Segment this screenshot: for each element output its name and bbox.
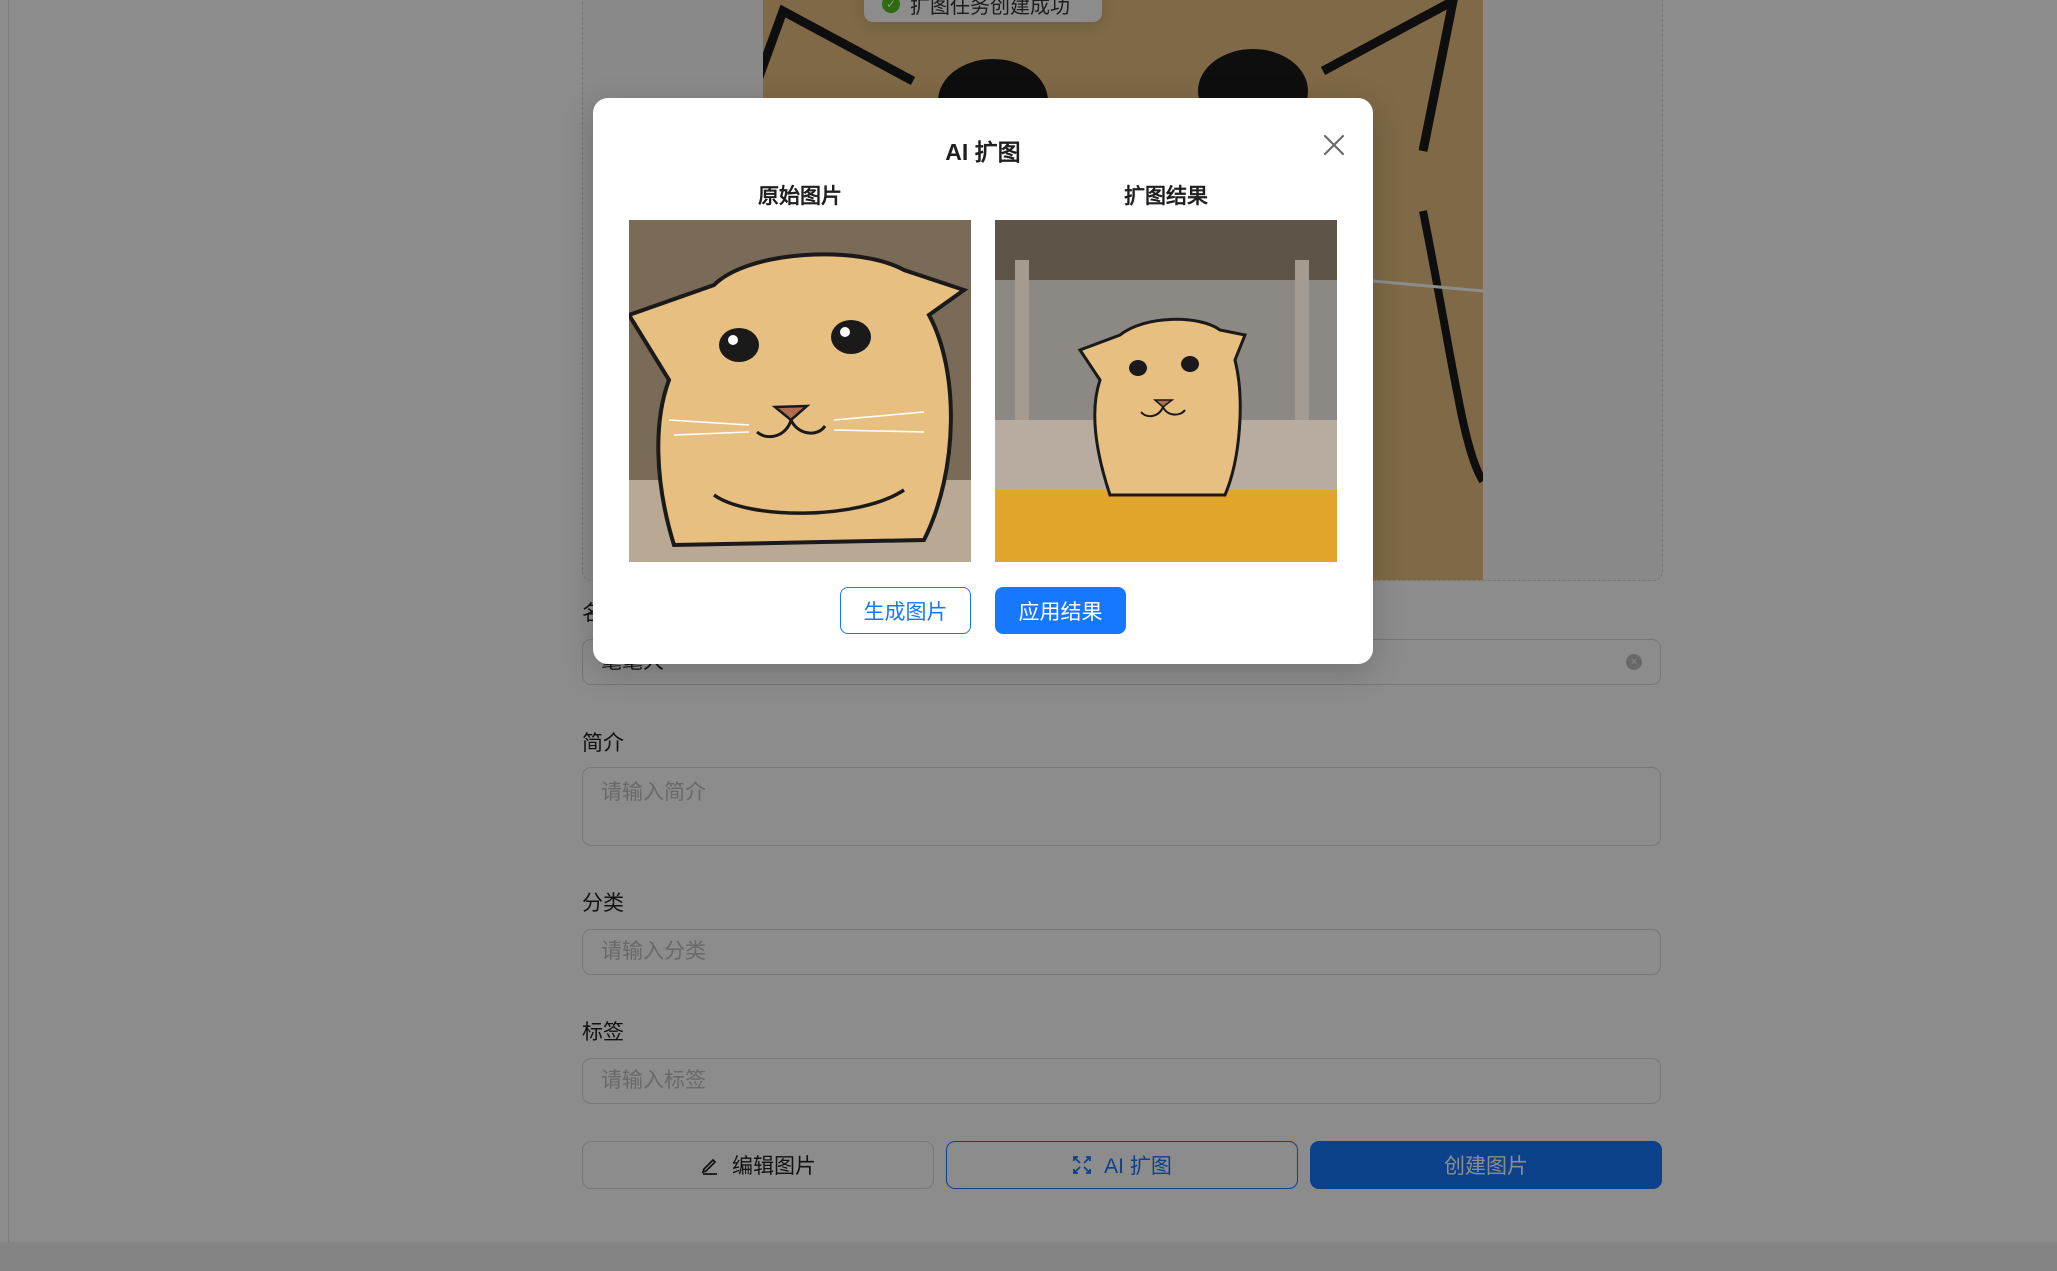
result-image-title: 扩图结果 [1124, 185, 1208, 208]
close-button[interactable] [1315, 126, 1353, 164]
result-image [995, 220, 1337, 562]
generate-image-button[interactable]: 生成图片 [840, 587, 971, 634]
ai-expand-modal: AI 扩图 原始图片 扩图结果 生成图片 应用结果 [593, 98, 1373, 664]
generate-image-label: 生成图片 [863, 600, 948, 624]
original-image-title: 原始图片 [758, 185, 842, 208]
expanded-cat-image [995, 220, 1337, 562]
modal-title: AI 扩图 [945, 139, 1021, 165]
original-image [629, 220, 971, 562]
close-icon [1323, 134, 1345, 156]
original-cat-image [629, 220, 971, 562]
apply-result-button[interactable]: 应用结果 [995, 587, 1126, 634]
apply-result-label: 应用结果 [1018, 600, 1103, 624]
